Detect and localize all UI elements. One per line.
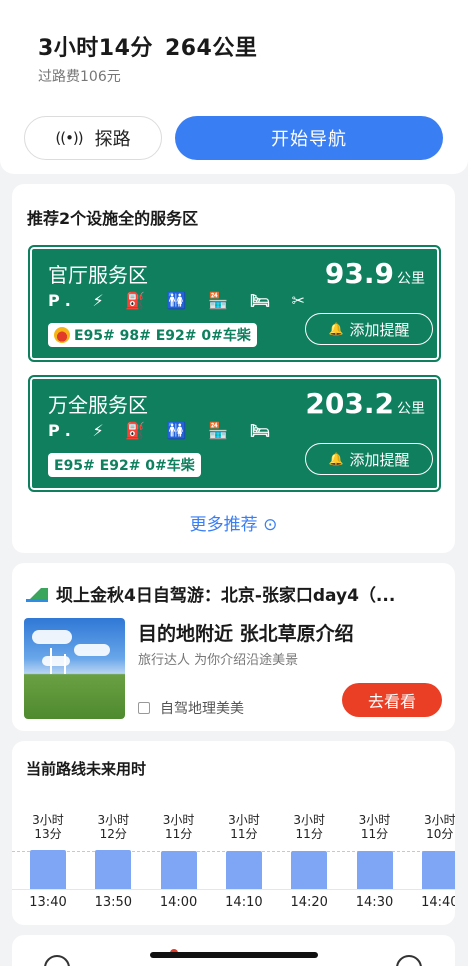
mountain-car-icon	[26, 588, 48, 602]
facility-icons: P. ⚡ ⛽ 🚻 🏪 🛏 ✂	[48, 291, 314, 310]
time-tick-label: 13:50	[94, 895, 133, 910]
route-summary: 3小时14分 264公里	[38, 30, 269, 62]
duration-bar[interactable]	[356, 850, 393, 889]
route-distance: 264公里	[164, 36, 258, 61]
destination-subtitle: 旅行达人 为你介绍沿途美景	[138, 653, 299, 668]
time-tick-label: 14:30	[355, 895, 394, 910]
route-duration: 3小时14分	[38, 36, 153, 61]
service-area-name: 万全服务区	[48, 393, 148, 417]
trip-card[interactable]: 坝上金秋4日自驾游：北京-张家口day4（... 目的地附近 张北草原介绍 旅行…	[12, 563, 455, 731]
settings-icon[interactable]	[396, 955, 422, 966]
duration-bar[interactable]	[30, 849, 66, 889]
service-area-distance: 203.2 公里	[305, 387, 425, 420]
duration-bar[interactable]	[160, 850, 197, 889]
bar-value-label: 3小时 13分	[32, 813, 64, 841]
add-reminder-button[interactable]: 🔔 添加提醒	[305, 313, 433, 345]
service-area-title: 推荐2个设施全的服务区	[27, 209, 199, 228]
author-icon	[138, 702, 150, 714]
fuel-types: E95# E92# 0#车柴	[48, 453, 201, 477]
service-area-distance: 93.9 公里	[324, 257, 425, 290]
time-tick-label: 14:40	[421, 895, 455, 910]
bar-value-label: 3小时 11分	[228, 813, 260, 841]
route-summary-panel: 3小时14分 264公里 过路费106元 ((•)) 探路 开始导航	[0, 0, 468, 174]
service-area-card: 推荐2个设施全的服务区 官厅服务区 93.9 公里 P. ⚡ ⛽ 🚻 🏪 🛏 ✂ …	[12, 184, 455, 553]
future-time-chart: 3小时 13分 13:40 3小时 12分 13:50 3小时 11分 14:00 3小时 11分 1…	[12, 803, 455, 913]
explore-button[interactable]: ((•)) 探路	[24, 116, 162, 160]
service-area-item[interactable]: 官厅服务区 93.9 公里 P. ⚡ ⛽ 🚻 🏪 🛏 ✂ E95# 98# E92…	[28, 245, 441, 362]
bell-icon: 🔔	[328, 322, 344, 336]
bar-value-label: 3小时 11分	[358, 813, 391, 841]
bar-value-label: 3小时 10分	[423, 813, 455, 841]
start-navigation-button[interactable]: 开始导航	[175, 116, 443, 160]
time-tick-label: 13:40	[29, 895, 67, 910]
bell-icon: 🔔	[328, 452, 344, 466]
add-reminder-button[interactable]: 🔔 添加提醒	[305, 443, 433, 475]
time-tick-label: 14:20	[290, 895, 328, 910]
explore-label: 探路	[94, 129, 131, 150]
destination-title: 目的地附近 张北草原介绍	[138, 623, 354, 645]
future-time-title: 当前路线未来用时	[26, 760, 147, 778]
more-recommendations-link[interactable]: 更多推荐 ⊙	[12, 510, 455, 535]
toll-fee: 过路费106元	[38, 69, 121, 85]
service-area-name: 官厅服务区	[48, 263, 148, 287]
facility-icons: P. ⚡ ⛽ 🚻 🏪 🛏	[48, 421, 279, 440]
duration-bar[interactable]	[225, 850, 262, 889]
fuel-types: E95# 98# E92# 0#车柴	[48, 323, 257, 347]
future-time-card: 当前路线未来用时 3小时 13分 13:40 3小时 12分 13:50 3小时 11分 14:…	[12, 741, 455, 925]
duration-bar[interactable]	[421, 851, 455, 889]
time-tick-label: 14:00	[159, 895, 198, 910]
sinopec-logo-icon	[54, 327, 70, 343]
duration-bar[interactable]	[291, 850, 328, 889]
bar-value-label: 3小时 11分	[293, 813, 325, 841]
home-indicator	[150, 952, 318, 958]
signal-icon: ((•))	[55, 129, 83, 147]
author: 自驾地理美美	[138, 698, 244, 718]
clock-icon[interactable]	[44, 955, 70, 966]
time-tick-label: 14:10	[225, 895, 263, 910]
bar-value-label: 3小时 12分	[97, 813, 130, 841]
grassland-thumbnail[interactable]	[24, 618, 125, 719]
bar-value-label: 3小时 11分	[162, 813, 195, 841]
trip-title: 坝上金秋4日自驾游：北京-张家口day4（...	[26, 581, 395, 606]
bottom-bar	[12, 935, 455, 966]
service-area-item[interactable]: 万全服务区 203.2 公里 P. ⚡ ⛽ 🚻 🏪 🛏 E95# E92# 0#车…	[28, 375, 441, 492]
duration-bar[interactable]	[95, 850, 132, 889]
go-see-button[interactable]: 去看看	[342, 683, 442, 717]
